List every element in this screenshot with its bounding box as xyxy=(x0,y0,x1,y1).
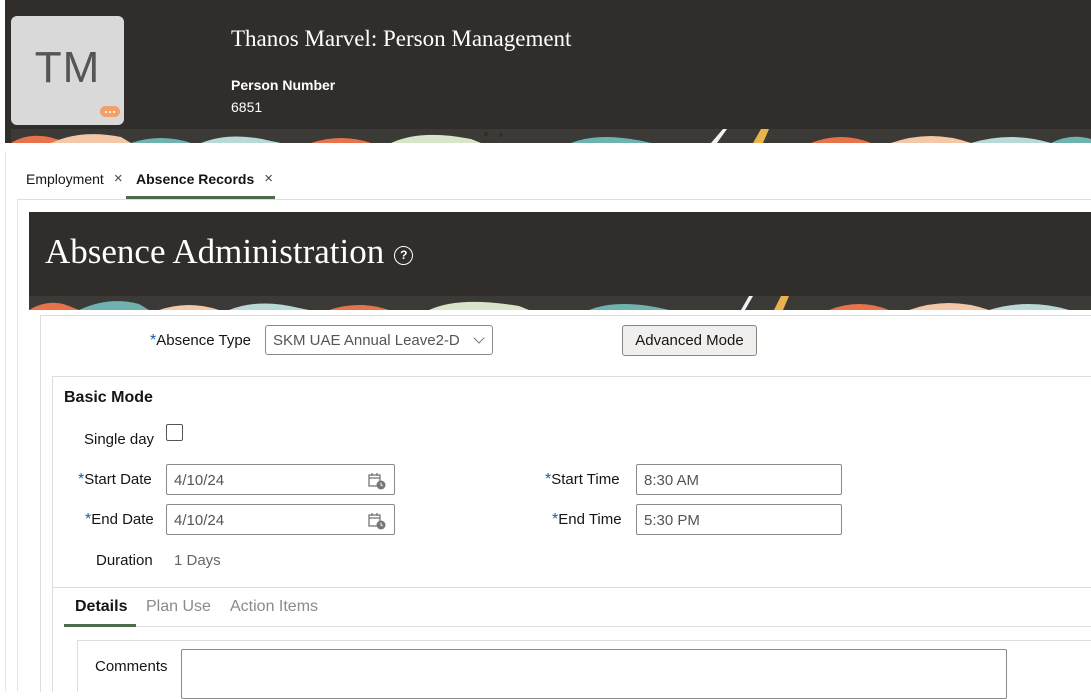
end-date-input[interactable]: 4/10/24 xyxy=(166,504,395,535)
avatar[interactable]: TM xyxy=(11,16,124,125)
avatar-initials: TM xyxy=(34,42,101,92)
left-border xyxy=(5,151,6,691)
subtab-action-items[interactable]: Action Items xyxy=(230,598,318,616)
end-date-label: *End Date xyxy=(85,511,154,529)
duration-value: 1 Days xyxy=(174,552,221,569)
section-title: Basic Mode xyxy=(64,389,153,406)
help-icon[interactable]: ? xyxy=(394,245,414,265)
absence-type-value: SKM UAE Annual Leave2-D xyxy=(273,332,460,349)
active-subtab-indicator xyxy=(64,624,136,627)
close-icon[interactable]: × xyxy=(114,170,123,187)
page-title-text: Absence Administration xyxy=(45,232,385,271)
comments-textarea[interactable] xyxy=(181,649,1007,699)
start-date-value: 4/10/24 xyxy=(174,472,225,489)
decorative-banner-pattern xyxy=(11,129,1091,143)
tab-divider xyxy=(17,199,1091,200)
person-number-value: 6851 xyxy=(231,99,263,115)
subtab-divider xyxy=(64,626,1091,627)
decorative-banner-pattern xyxy=(29,296,1091,310)
person-name-title: Thanos Marvel: Person Management xyxy=(231,26,572,51)
duration-label: Duration xyxy=(96,552,153,569)
end-time-input[interactable]: 5:30 PM xyxy=(636,504,842,535)
subtab-details[interactable]: Details xyxy=(75,598,127,616)
start-time-label-text: Start Time xyxy=(551,471,620,488)
tab-employment-label: Employment xyxy=(26,170,104,187)
absence-type-select[interactable]: SKM UAE Annual Leave2-D xyxy=(265,325,493,355)
end-date-value: 4/10/24 xyxy=(174,512,225,529)
start-date-label-text: Start Date xyxy=(84,471,152,488)
absence-type-label: *Absence Type xyxy=(150,332,251,350)
tab-employment[interactable]: Employment × xyxy=(26,170,123,187)
calendar-icon[interactable] xyxy=(368,512,386,530)
person-number-label: Person Number xyxy=(231,77,336,93)
person-header xyxy=(5,0,1091,143)
comments-label: Comments xyxy=(95,658,168,675)
absence-type-label-text: Absence Type xyxy=(156,332,252,349)
end-time-value: 5:30 PM xyxy=(644,512,700,529)
close-icon[interactable]: × xyxy=(264,170,273,187)
chat-bubble-icon[interactable] xyxy=(100,106,120,117)
start-date-label: *Start Date xyxy=(78,471,152,489)
end-time-label-text: End Time xyxy=(558,511,622,528)
calendar-icon[interactable] xyxy=(368,472,386,490)
start-time-input[interactable]: 8:30 AM xyxy=(636,464,842,495)
advanced-mode-button[interactable]: Advanced Mode xyxy=(622,325,757,356)
divider xyxy=(53,587,1091,588)
page-title: Absence Administration ? xyxy=(45,232,414,272)
start-time-label: *Start Time xyxy=(545,471,620,489)
start-time-value: 8:30 AM xyxy=(644,472,700,489)
single-day-checkbox[interactable] xyxy=(166,424,183,441)
tab-absence-records[interactable]: Absence Records × xyxy=(136,170,273,187)
start-date-input[interactable]: 4/10/24 xyxy=(166,464,395,495)
end-date-label-text: End Date xyxy=(91,511,154,528)
chevron-down-icon xyxy=(473,332,485,344)
subtab-plan-use[interactable]: Plan Use xyxy=(146,598,211,616)
content-border xyxy=(17,199,18,691)
end-time-label: *End Time xyxy=(552,511,622,529)
tab-absence-records-label: Absence Records xyxy=(136,170,255,187)
single-day-label: Single day xyxy=(84,431,155,448)
